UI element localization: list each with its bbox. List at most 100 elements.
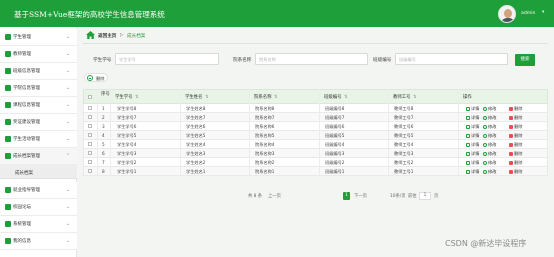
column-header-teacher[interactable]: 教师工号: [393, 90, 411, 105]
delete-row-button[interactable]: 删除: [509, 142, 522, 148]
next-page-button[interactable]: 下一页: [354, 193, 367, 199]
sidebar-item-label: 学生活动管理: [13, 137, 40, 142]
sidebar-item-forum[interactable]: 校园论坛 ⌄: [0, 199, 77, 216]
sidebar-item-system[interactable]: 系统管理 ⌄: [0, 216, 77, 233]
edit-button-label: 修改: [488, 114, 497, 120]
sidebar-item-archive[interactable]: 成长档案管理 ⌃: [0, 148, 77, 165]
sidebar-item-course[interactable]: 课程信息管理 ⌄: [0, 97, 77, 114]
edit-button[interactable]: 修改: [483, 151, 496, 157]
prev-page-button[interactable]: 上一页: [268, 193, 281, 199]
delete-row-button[interactable]: 删除: [509, 106, 522, 112]
chevron-down-icon: ⌄: [66, 84, 71, 91]
sidebar-item-teacher[interactable]: 教师管理 ⌄: [0, 46, 77, 63]
sort-icon[interactable]: ⇅: [344, 90, 348, 105]
view-button[interactable]: 详情: [466, 169, 479, 175]
sidebar-item-award[interactable]: 奖证建设管理 ⌄: [0, 114, 77, 131]
row-checkbox[interactable]: [88, 115, 92, 119]
view-button[interactable]: 详情: [466, 124, 479, 130]
view-button-label: 详情: [471, 159, 480, 165]
top-header: 基于SSM+Vue框架的高校学生信息管理系统 admin ▾: [0, 0, 554, 27]
cell-index: 6: [102, 151, 105, 156]
sidebar-item-class[interactable]: 班级信息管理 ⌄: [0, 63, 77, 80]
view-button[interactable]: 详情: [466, 142, 479, 148]
breadcrumb-divider: [83, 43, 548, 44]
row-checkbox[interactable]: [88, 133, 92, 137]
pagination-total: 共 8 条: [248, 194, 263, 199]
home-icon[interactable]: [86, 31, 95, 39]
student-no-input[interactable]: [115, 53, 219, 65]
goto-page-input[interactable]: 1: [419, 192, 431, 200]
delete-row-button-label: 删除: [514, 141, 523, 147]
app-title: 基于SSM+Vue框架的高校学生信息管理系统: [14, 10, 165, 19]
view-button[interactable]: 详情: [466, 115, 479, 121]
row-checkbox[interactable]: [88, 106, 92, 110]
trash-icon: [509, 151, 513, 156]
sidebar-item-career[interactable]: 就业指导管理 ⌄: [0, 182, 77, 199]
username[interactable]: admin: [521, 11, 535, 16]
edit-button[interactable]: 修改: [483, 169, 496, 175]
sidebar-item-profile[interactable]: 我的信息 ⌄: [0, 233, 77, 250]
row-checkbox[interactable]: [88, 142, 92, 146]
eye-icon: [466, 151, 470, 156]
edit-button[interactable]: 修改: [483, 160, 496, 166]
view-button[interactable]: 详情: [466, 106, 479, 112]
column-header-student-name[interactable]: 学生姓名: [185, 90, 203, 105]
edit-button-label: 修改: [488, 159, 497, 165]
cell-class: 班级编号7: [325, 115, 345, 120]
delete-row-button[interactable]: 删除: [509, 115, 522, 121]
view-button[interactable]: 详情: [466, 133, 479, 139]
edit-button[interactable]: 修改: [483, 115, 496, 121]
edit-button[interactable]: 修改: [483, 142, 496, 148]
view-button[interactable]: 详情: [466, 151, 479, 157]
sidebar-item-label: 班级信息管理: [13, 69, 40, 74]
edit-button[interactable]: 修改: [483, 106, 496, 112]
page-size-select[interactable]: 10条/页: [390, 193, 406, 199]
column-header-student-no[interactable]: 学生学号: [115, 90, 133, 105]
pencil-icon: [483, 115, 487, 120]
delete-button[interactable]: 删除: [84, 73, 108, 82]
delete-row-button[interactable]: 删除: [509, 169, 522, 175]
sort-icon[interactable]: ⇅: [413, 90, 417, 105]
sort-icon[interactable]: ⇅: [135, 90, 139, 105]
column-header-dept[interactable]: 院系名称: [254, 90, 272, 105]
column-divider: [110, 89, 111, 176]
row-checkbox[interactable]: [88, 169, 92, 173]
sidebar-item-college[interactable]: 学院信息管理 ⌄: [0, 80, 77, 97]
watermark: CSDN @新达毕设程序: [445, 239, 527, 248]
delete-row-button[interactable]: 删除: [509, 160, 522, 166]
sort-icon[interactable]: ⇅: [205, 90, 209, 105]
edit-button[interactable]: 修改: [483, 133, 496, 139]
sidebar-item-activity[interactable]: 学生活动管理 ⌄: [0, 131, 77, 148]
column-divider: [388, 89, 389, 176]
sidebar-subitem-archive[interactable]: 成长档案: [0, 165, 77, 179]
cell-student-no: 学生学号6: [117, 124, 137, 129]
row-checkbox[interactable]: [88, 151, 92, 155]
eye-icon: [466, 169, 470, 174]
dept-name-input[interactable]: [255, 53, 368, 65]
delete-row-button[interactable]: 删除: [509, 151, 522, 157]
sort-icon[interactable]: ⇅: [274, 90, 278, 105]
column-header-class[interactable]: 班级编号: [324, 90, 342, 105]
delete-row-button[interactable]: 删除: [509, 124, 522, 130]
delete-row-button-label: 删除: [514, 123, 523, 129]
user-avatar[interactable]: [498, 5, 516, 23]
page-number-current[interactable]: 1: [343, 192, 350, 200]
sidebar-item-student[interactable]: 学生管理 ⌄: [0, 29, 77, 46]
minus-circle-icon: [87, 75, 93, 81]
row-checkbox[interactable]: [88, 160, 92, 164]
view-button[interactable]: 详情: [466, 160, 479, 166]
breadcrumb-home-link[interactable]: 返回主页: [98, 33, 116, 39]
select-all-checkbox[interactable]: [88, 95, 92, 99]
row-checkbox[interactable]: [88, 124, 92, 128]
class-no-input[interactable]: [395, 53, 508, 65]
delete-row-button[interactable]: 删除: [509, 133, 522, 139]
activity-icon: [5, 136, 11, 142]
search-button[interactable]: 搜索: [515, 54, 535, 66]
edit-button[interactable]: 修改: [483, 124, 496, 130]
delete-row-button-label: 删除: [514, 132, 523, 138]
sidebar-item-label: 奖证建设管理: [13, 120, 40, 125]
column-divider: [97, 89, 98, 176]
chevron-down-icon: ⌄: [66, 67, 71, 74]
cell-student-name: 学生姓名5: [186, 133, 206, 138]
user-dropdown-icon[interactable]: ▾: [542, 10, 544, 15]
